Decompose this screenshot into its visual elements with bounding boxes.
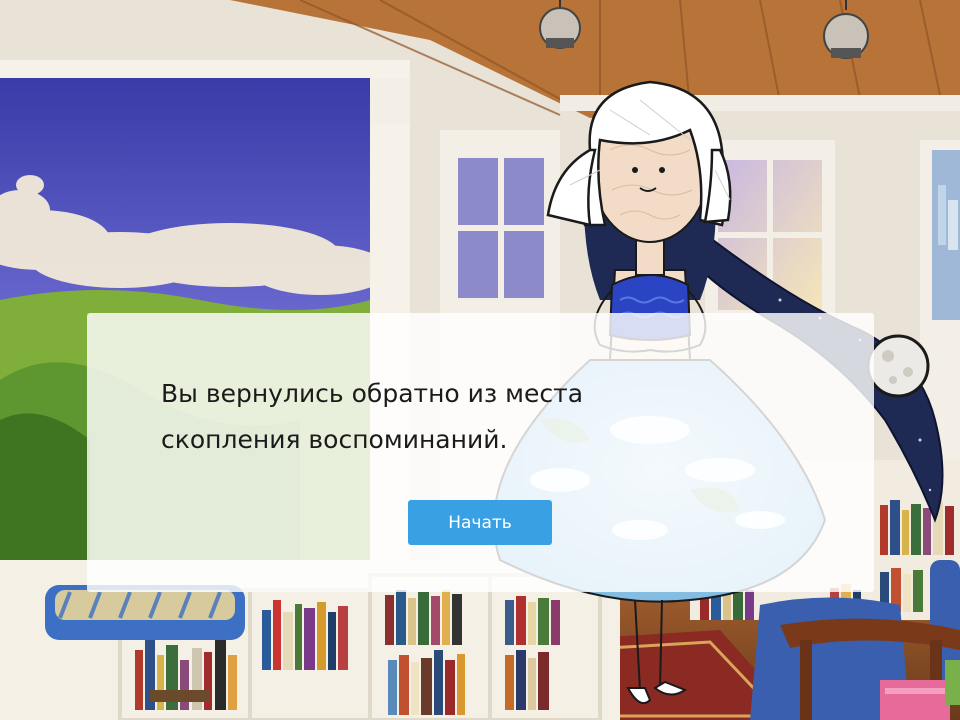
dialog-message: Вы вернулись обратно из места скопления … (161, 379, 584, 454)
dialog-panel: Вы вернулись обратно из места скопления … (87, 313, 874, 592)
start-button[interactable]: Начать (408, 500, 552, 545)
